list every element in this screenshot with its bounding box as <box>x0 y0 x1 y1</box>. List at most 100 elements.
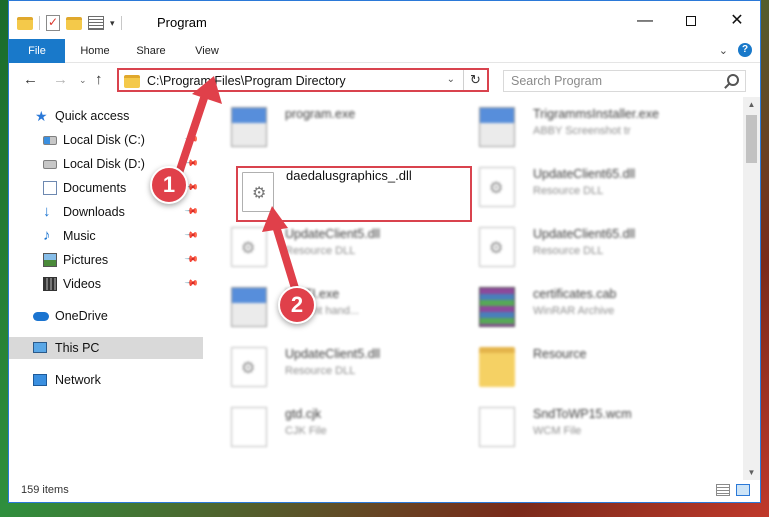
list-item[interactable]: gtd.cjk CJK File <box>209 401 449 457</box>
sidebar-item-videos[interactable]: Videos 📌 <box>9 273 203 295</box>
folder-icon[interactable] <box>17 16 33 30</box>
exe-file-icon <box>231 287 267 327</box>
details-view-icon[interactable] <box>716 484 730 496</box>
folder-icon <box>124 75 140 88</box>
list-item[interactable]: Resource <box>457 341 697 397</box>
list-item[interactable]: TrigrammsInstaller.exe ABBY Screenshot t… <box>457 101 697 157</box>
list-item[interactable]: UpdateClient5.dll Resource DLL <box>209 221 449 277</box>
search-input[interactable]: Search Program <box>503 70 746 92</box>
search-placeholder: Search Program <box>511 74 603 88</box>
file-name: SndToWP15.wcm <box>533 407 632 421</box>
sidebar-item-label: Pictures <box>63 253 109 267</box>
network-icon <box>33 374 47 386</box>
search-icon[interactable] <box>727 74 739 86</box>
file-type: ABBY Screenshot tr <box>533 125 631 137</box>
sidebar-item-this-pc[interactable]: This PC <box>9 337 203 359</box>
title-bar: ▾ Program — ✕ <box>9 1 760 39</box>
status-bar: 159 items <box>9 480 760 502</box>
file-type: Resource DLL <box>285 245 356 257</box>
tab-file[interactable]: File <box>9 39 65 63</box>
navigation-pane: ★ Quick access Local Disk (C:) 📌 Local D… <box>9 97 205 477</box>
dll-file-icon <box>231 347 267 387</box>
back-arrow-icon[interactable]: ← <box>23 71 38 88</box>
window-title: Program <box>157 15 207 30</box>
list-item[interactable]: UpdateClient65.dll Resource DLL <box>457 161 697 217</box>
download-icon: ↓ <box>43 203 51 220</box>
pin-icon[interactable]: 📌 <box>184 228 199 244</box>
file-type: CJK File <box>285 425 327 437</box>
film-strip-icon <box>43 277 57 291</box>
sidebar-item-label: OneDrive <box>55 309 108 323</box>
highlight-frame <box>236 166 472 222</box>
sidebar-item-downloads[interactable]: ↓ Downloads 📌 <box>9 201 203 223</box>
tab-view[interactable]: View <box>181 39 233 63</box>
maximize-icon <box>686 15 696 26</box>
view-toggle <box>716 484 750 496</box>
file-name: UpdateClient5.dll <box>285 347 381 361</box>
tab-home[interactable]: Home <box>69 39 121 63</box>
file-name: UpdateClient65.dll <box>533 167 636 181</box>
file-type: WinRAR Archive <box>533 305 615 317</box>
sidebar-item-onedrive[interactable]: OneDrive <box>9 305 203 327</box>
new-folder-icon[interactable] <box>66 16 82 30</box>
list-item[interactable]: UpdateClient65.dll Resource DLL <box>457 221 697 277</box>
pin-icon[interactable]: 📌 <box>184 276 199 292</box>
address-path[interactable]: C:\Program Files\Program Directory <box>147 74 346 88</box>
sidebar-item-label: This PC <box>55 341 100 355</box>
file-name: certificates.cab <box>533 287 617 301</box>
scroll-down-arrow-icon[interactable]: ▼ <box>743 465 760 481</box>
list-item[interactable]: ify5TI.exe ili event hand... <box>209 281 449 337</box>
tab-share[interactable]: Share <box>125 39 177 63</box>
sidebar-item-label: Music <box>63 229 96 243</box>
large-icons-view-icon[interactable] <box>736 484 750 496</box>
minimize-button[interactable]: — <box>622 7 668 35</box>
up-arrow-icon[interactable]: ↑ <box>95 71 103 88</box>
picture-icon <box>43 253 57 267</box>
sidebar-item-quick-access[interactable]: ★ Quick access <box>9 105 203 127</box>
file-name: TrigrammsInstaller.exe <box>533 107 659 121</box>
list-item[interactable]: program.exe <box>209 101 449 157</box>
properties-icon[interactable] <box>88 16 104 30</box>
exe-file-icon <box>231 107 267 147</box>
exe-file-icon <box>479 107 515 147</box>
pin-icon[interactable]: 📌 <box>184 204 199 220</box>
folder-icon <box>479 347 515 387</box>
close-button[interactable]: ✕ <box>714 7 760 35</box>
quick-access-toolbar: ▾ <box>17 13 122 33</box>
vertical-scrollbar[interactable]: ▲ ▼ <box>743 97 760 481</box>
file-name: gtd.cjk <box>285 407 322 421</box>
sidebar-item-label: Downloads <box>63 205 125 219</box>
sidebar-item-network[interactable]: Network <box>9 369 203 391</box>
list-item[interactable]: UpdateClient5.dll Resource DLL <box>209 341 449 397</box>
list-item[interactable]: SndToWP15.wcm WCM File <box>457 401 697 457</box>
list-item[interactable]: certificates.cab WinRAR Archive <box>457 281 697 337</box>
refresh-icon[interactable]: ↻ <box>463 70 487 90</box>
forward-arrow-icon[interactable]: → <box>53 71 68 88</box>
scroll-up-arrow-icon[interactable]: ▲ <box>743 97 760 113</box>
properties-check-icon[interactable] <box>46 15 60 31</box>
address-history-chevron-icon[interactable]: ⌄ <box>447 74 455 85</box>
recent-locations-chevron-icon[interactable]: ⌄ <box>79 75 87 86</box>
file-name: UpdateClient5.dll <box>285 227 381 241</box>
step-2-badge: 2 <box>278 286 316 324</box>
maximize-button[interactable] <box>668 7 714 35</box>
pin-icon[interactable]: 📌 <box>184 252 199 268</box>
step-1-badge: 1 <box>150 166 188 204</box>
minimize-icon: — <box>637 12 653 29</box>
navigation-bar: ← → ⌄ ↑ C:\Program Files\Program Directo… <box>9 63 760 97</box>
ribbon-controls: ⌄ ? <box>719 43 752 57</box>
sidebar-item-music[interactable]: ♪ Music 📌 <box>9 225 203 247</box>
help-icon[interactable]: ? <box>738 43 752 57</box>
address-bar[interactable]: C:\Program Files\Program Directory ⌄ ↻ <box>117 68 489 92</box>
pin-icon[interactable]: 📌 <box>184 156 199 172</box>
sidebar-item-label: Local Disk (D:) <box>63 157 145 171</box>
pin-icon[interactable]: 📌 <box>184 132 199 148</box>
sidebar-item-pictures[interactable]: Pictures 📌 <box>9 249 203 271</box>
toolbar-divider <box>39 16 40 30</box>
customize-toolbar-chevron-icon[interactable]: ▾ <box>110 18 115 29</box>
scroll-thumb[interactable] <box>746 115 757 163</box>
music-note-icon: ♪ <box>43 227 51 244</box>
close-icon: ✕ <box>730 12 744 29</box>
expand-ribbon-chevron-icon[interactable]: ⌄ <box>719 44 728 57</box>
sidebar-item-local-disk-c[interactable]: Local Disk (C:) 📌 <box>9 129 203 151</box>
